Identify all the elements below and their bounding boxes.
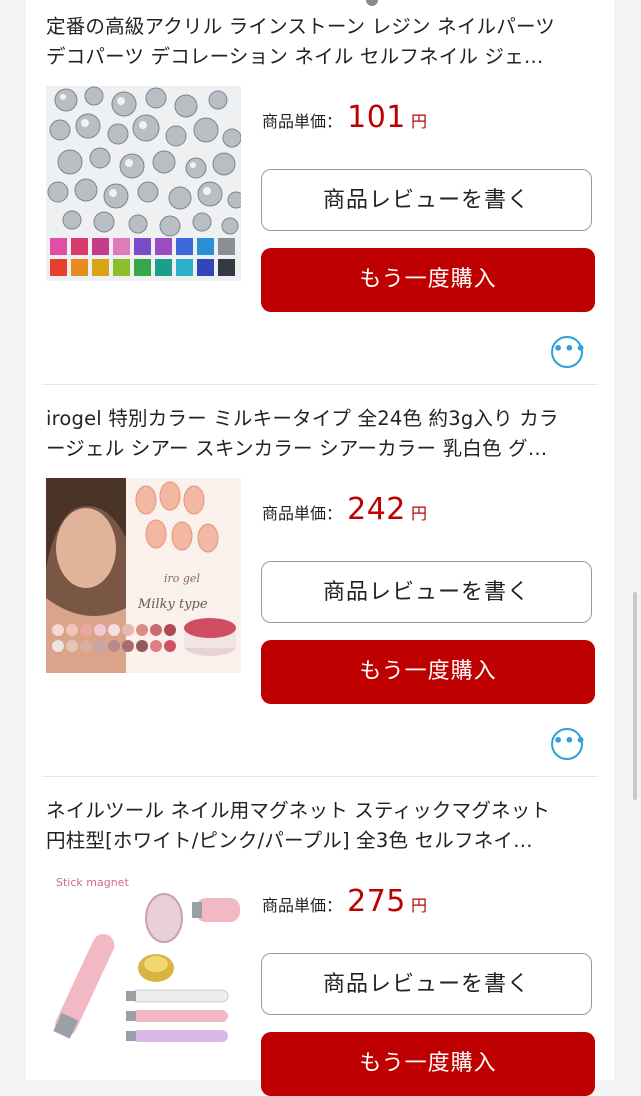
- price-value: 275: [347, 884, 406, 919]
- product-title-line[interactable]: 定番の高級アクリル ラインストーン レジン ネイルパーツ: [46, 12, 594, 42]
- price-unit: 円: [410, 896, 427, 915]
- item-divider: [42, 384, 598, 385]
- product-image[interactable]: [46, 86, 241, 281]
- write-review-button[interactable]: 商品レビューを書く: [261, 561, 592, 623]
- scrollbar[interactable]: [633, 592, 637, 800]
- price-label: 商品単価：: [262, 504, 343, 523]
- product-title-link[interactable]: irogel 特別カラー ミルキータイプ 全24色 約3g入り カラ ージェル …: [46, 404, 594, 464]
- price-label: 商品単価：: [262, 896, 343, 915]
- buy-again-button[interactable]: もう一度購入: [261, 640, 595, 704]
- stick-magnet-image: Stick magnet: [46, 870, 241, 1065]
- order-item: ネイルツール ネイル用マグネット スティックマグネット 円柱型[ホワイト/ピンク…: [26, 796, 614, 1096]
- gel-brand-text: iro gel: [164, 572, 200, 585]
- more-options-icon[interactable]: •••: [551, 336, 586, 368]
- price-value: 101: [347, 100, 406, 135]
- price-unit: 円: [410, 504, 427, 523]
- gel-type-text: Milky type: [137, 597, 208, 612]
- unit-price: 商品単価： 101 円: [262, 100, 427, 140]
- color-gel-image: iro gel Milky type: [46, 478, 241, 673]
- magnet-label-text: Stick magnet: [56, 876, 129, 889]
- product-title-link[interactable]: 定番の高級アクリル ラインストーン レジン ネイルパーツ デコパーツ デコレーシ…: [46, 12, 594, 72]
- price-unit: 円: [410, 112, 427, 131]
- unit-price: 商品単価： 275 円: [262, 884, 427, 924]
- order-item: 定番の高級アクリル ラインストーン レジン ネイルパーツ デコパーツ デコレーシ…: [26, 12, 614, 372]
- unit-price: 商品単価： 242 円: [262, 492, 427, 532]
- rhinestone-image: [46, 86, 241, 281]
- product-title-line[interactable]: デコパーツ デコレーション ネイル セルフネイル ジェ…: [46, 42, 594, 72]
- product-image[interactable]: Stick magnet: [46, 870, 241, 1065]
- buy-again-button[interactable]: もう一度購入: [261, 1032, 595, 1096]
- product-title-line[interactable]: 円柱型[ホワイト/ピンク/パープル] 全3色 セルフネイ…: [46, 826, 594, 856]
- more-options-icon[interactable]: •••: [551, 728, 586, 760]
- product-title-line[interactable]: ネイルツール ネイル用マグネット スティックマグネット: [46, 796, 594, 826]
- product-image[interactable]: iro gel Milky type: [46, 478, 241, 673]
- price-label: 商品単価：: [262, 112, 343, 131]
- product-title-link[interactable]: ネイルツール ネイル用マグネット スティックマグネット 円柱型[ホワイト/ピンク…: [46, 796, 594, 856]
- write-review-button[interactable]: 商品レビューを書く: [261, 953, 592, 1015]
- product-title-line[interactable]: irogel 特別カラー ミルキータイプ 全24色 約3g入り カラ: [46, 404, 594, 434]
- item-divider: [42, 776, 598, 777]
- price-value: 242: [347, 492, 406, 527]
- product-title-line[interactable]: ージェル シアー スキンカラー シアーカラー 乳白色 グ…: [46, 434, 594, 464]
- write-review-button[interactable]: 商品レビューを書く: [261, 169, 592, 231]
- order-item: irogel 特別カラー ミルキータイプ 全24色 約3g入り カラ ージェル …: [26, 404, 614, 764]
- buy-again-button[interactable]: もう一度購入: [261, 248, 595, 312]
